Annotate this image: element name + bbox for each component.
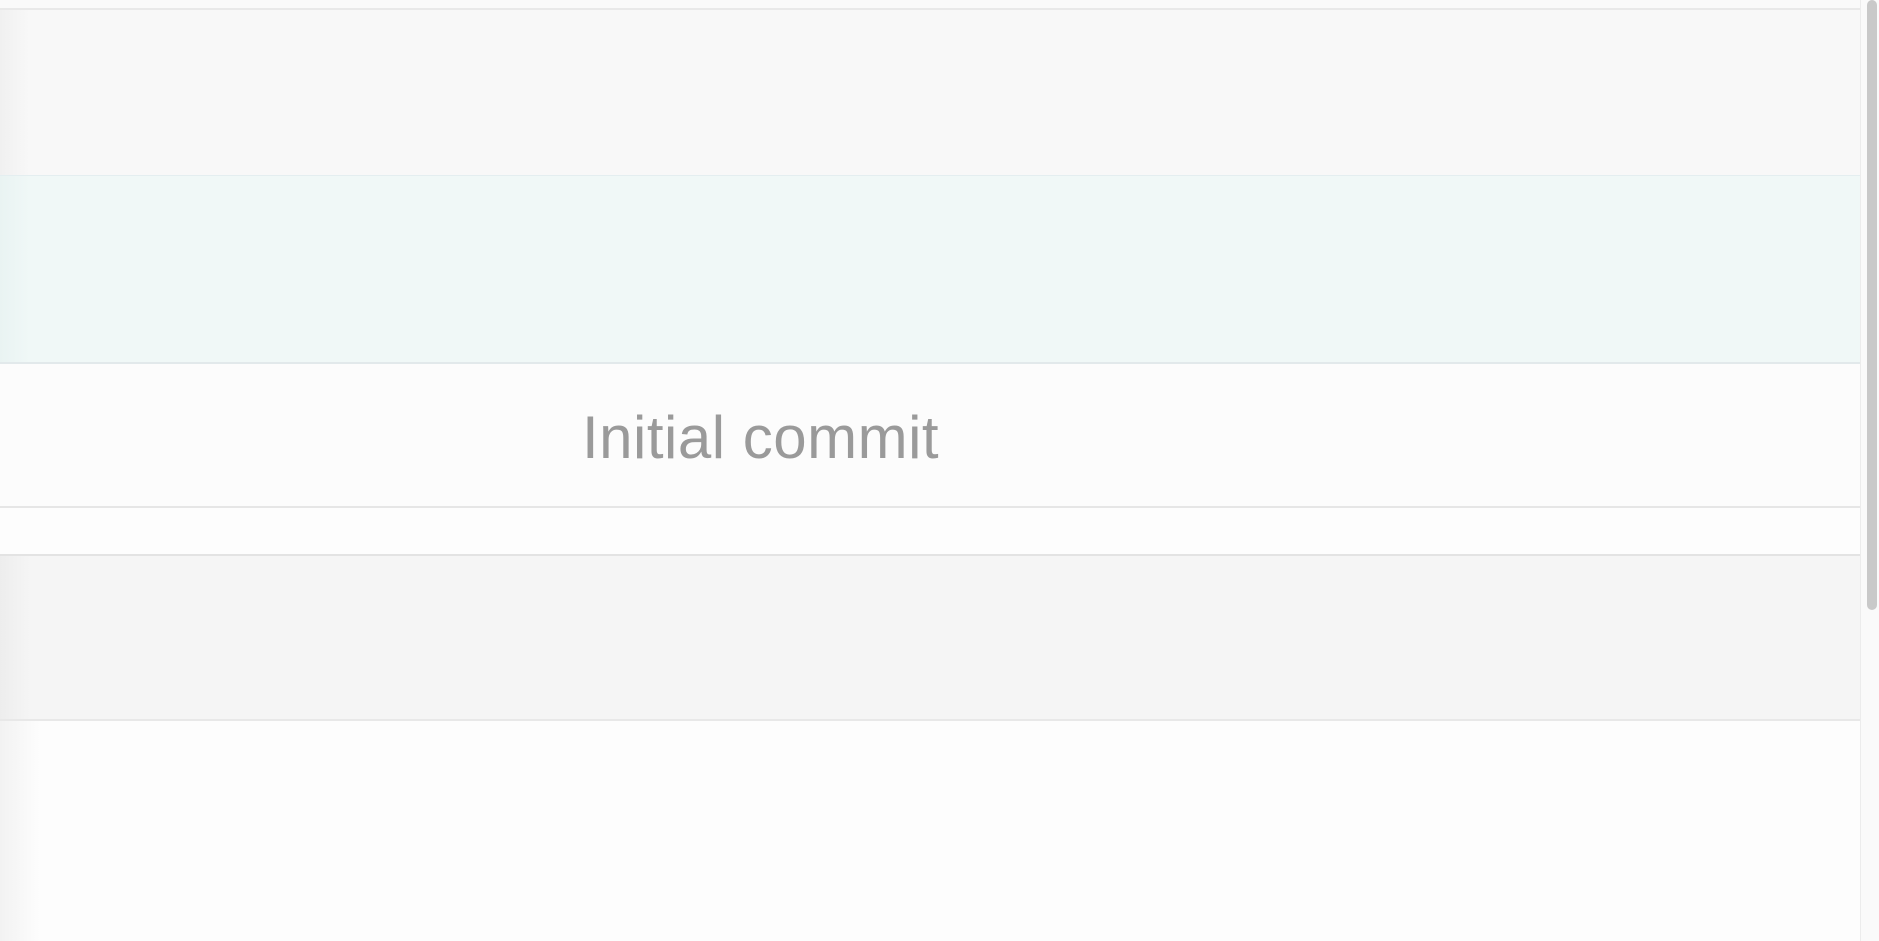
commit-message: Initial commit xyxy=(582,404,940,471)
list-divider-row xyxy=(0,508,1860,556)
commit-list[interactable]: Initial commit xyxy=(0,0,1860,941)
app-window: Initial commit xyxy=(0,0,1879,941)
list-row[interactable] xyxy=(0,721,1860,941)
list-row[interactable] xyxy=(0,10,1860,176)
scrollbar-thumb[interactable] xyxy=(1867,0,1877,610)
list-row[interactable] xyxy=(0,556,1860,721)
vertical-scrollbar[interactable] xyxy=(1860,0,1879,941)
list-row-partial-top[interactable] xyxy=(0,0,1860,10)
list-row-initial-commit[interactable]: Initial commit xyxy=(0,364,1860,508)
list-row-selected[interactable] xyxy=(0,176,1860,364)
